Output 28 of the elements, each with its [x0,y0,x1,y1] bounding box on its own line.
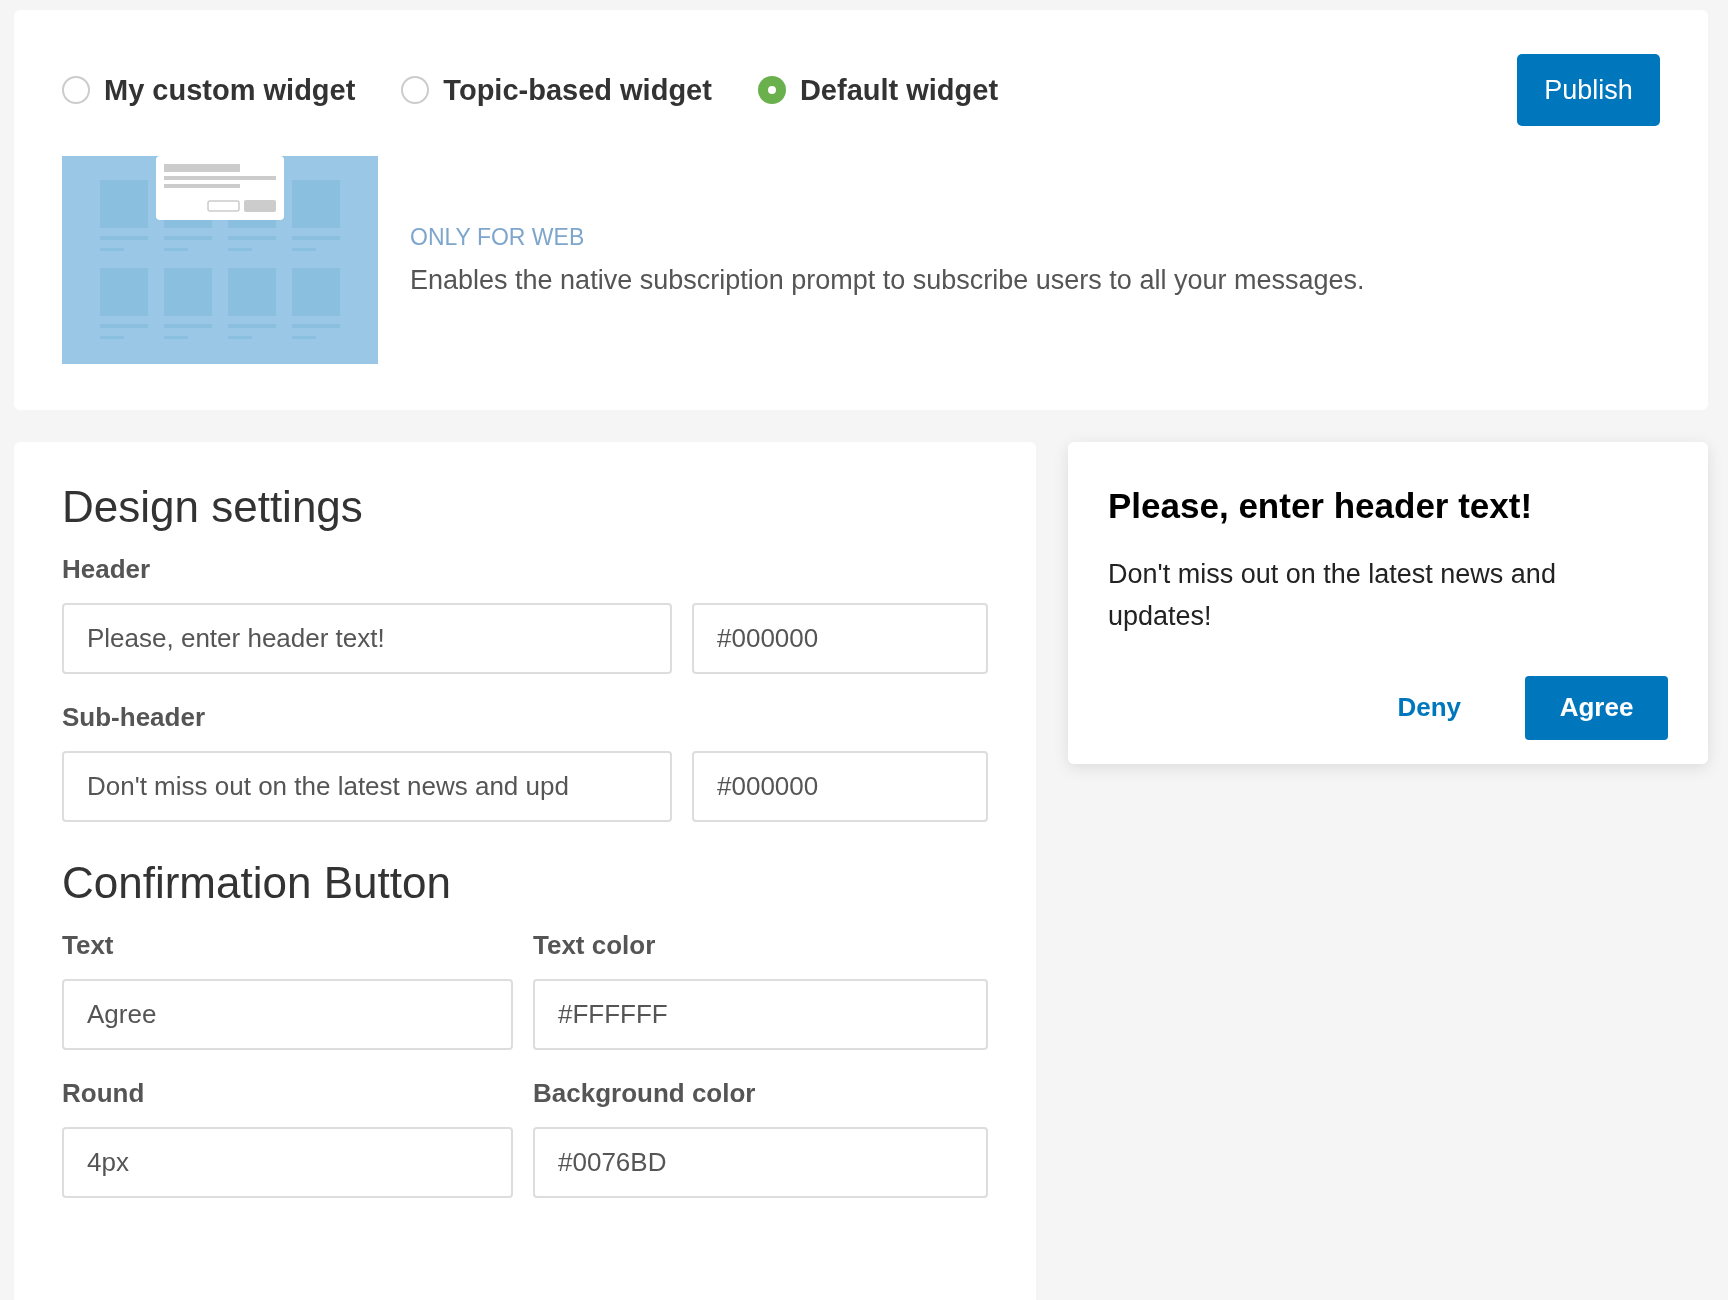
input-field[interactable]: 4px [62,1127,513,1198]
field-label: Sub-header [62,702,207,733]
field-label: Header [62,554,152,585]
field-label: Text [62,930,115,961]
preview-message: Don't miss out on the latest news and updates! [1108,558,1557,633]
section-title: Confirmation Button [62,858,452,908]
input-field[interactable]: #0076BD [533,1127,988,1198]
color-input-field[interactable]: #000000 [692,751,988,822]
radio-label: Default widget [799,73,999,107]
color-input-field[interactable]: #000000 [692,603,988,674]
text-input-field[interactable]: Please, enter header text! [62,603,672,674]
deny-button[interactable]: Deny [1397,682,1461,734]
input-field[interactable]: #FFFFFF [533,979,988,1050]
radio-icon[interactable] [401,76,430,104]
field-label: Round [62,1078,146,1109]
widget-description: Enables the native subscription prompt to subscribe users to all your messages. [410,265,1365,296]
input-field[interactable]: Agree [62,979,513,1050]
agree-button[interactable]: Agree [1525,675,1668,740]
publish-button[interactable]: Publish [1517,54,1660,126]
radio-icon[interactable] [62,76,90,104]
radio-icon[interactable] [757,76,786,104]
field-label: Text color [533,930,657,961]
field-label: Background color [533,1078,757,1109]
preview-title: Please, enter header text! [1108,486,1534,526]
widget-type-radio[interactable]: Default widget [757,73,999,107]
section-title: Design settings [62,482,364,532]
platform-tag: ONLY FOR WEB [410,224,1365,251]
text-input-field[interactable]: Don't miss out on the latest news and upd [62,751,672,822]
